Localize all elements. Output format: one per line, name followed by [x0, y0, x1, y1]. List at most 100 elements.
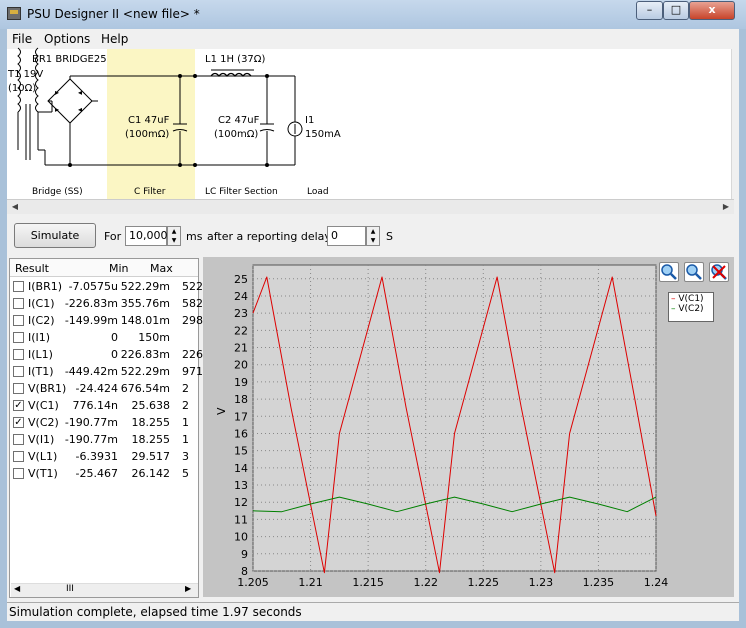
result-row[interactable]: ✓ V(C2) -190.77m 18.255 1	[10, 414, 198, 431]
header-max[interactable]: Max	[150, 262, 173, 275]
result-row[interactable]: I(C2) -149.99m 148.01m 298	[10, 312, 203, 329]
status-bar: Simulation complete, elapsed time 1.97 s…	[7, 602, 739, 621]
svg-text:▸: ▸	[55, 105, 59, 114]
result-max: 18.255	[131, 416, 171, 429]
x-tick-label: 1.21	[298, 576, 323, 589]
for-label: For	[104, 230, 122, 243]
scroll-left-icon[interactable]: ◀	[14, 584, 20, 593]
x-tick-label: 1.225	[468, 576, 500, 589]
result-name: I(C1)	[28, 297, 55, 310]
y-tick-label: 24	[234, 290, 248, 303]
spin-down-icon[interactable]: ▼	[168, 236, 180, 245]
y-tick-label: 17	[234, 410, 248, 423]
result-name: V(C1)	[28, 399, 59, 412]
result-name: I(L1)	[28, 348, 53, 361]
result-checkbox[interactable]	[13, 281, 24, 292]
result-checkbox[interactable]	[13, 366, 24, 377]
result-row[interactable]: ✓ V(C1) 776.14n 25.638 2	[10, 397, 198, 414]
result-name: V(C2)	[28, 416, 59, 429]
result-row[interactable]: I(I1) 0 150m	[10, 329, 198, 346]
result-max: 18.255	[131, 433, 171, 446]
result-checkbox[interactable]: ✓	[13, 417, 24, 428]
result-min: 0	[111, 331, 118, 344]
scroll-right-icon[interactable]: ▶	[718, 200, 734, 214]
result-max: 29.517	[131, 450, 171, 463]
section-bridge: Bridge (SS)	[32, 187, 83, 197]
result-name: V(T1)	[28, 467, 58, 480]
result-extra: 1	[182, 433, 189, 446]
result-checkbox[interactable]	[13, 468, 24, 479]
y-tick-label: 14	[234, 462, 248, 475]
simulate-button[interactable]: Simulate	[14, 223, 96, 248]
duration-input[interactable]: 10,000	[125, 226, 168, 246]
y-tick-label: 23	[234, 307, 248, 320]
result-max: 26.142	[131, 467, 171, 480]
delay-spinner[interactable]: ▲ ▼	[366, 226, 380, 246]
section-c-filter: C Filter	[134, 187, 166, 197]
y-tick-label: 19	[234, 376, 248, 389]
result-row[interactable]: I(T1) -449.42m 522.29m 971	[10, 363, 203, 380]
result-min: -190.77m	[64, 416, 118, 429]
result-row[interactable]: I(C1) -226.83m 355.76m 582	[10, 295, 203, 312]
result-checkbox[interactable]: ✓	[13, 400, 24, 411]
result-checkbox[interactable]	[13, 451, 24, 462]
header-min[interactable]: Min	[109, 262, 129, 275]
result-extra: 5	[182, 467, 189, 480]
y-tick-label: 22	[234, 324, 248, 337]
duration-unit: ms	[186, 230, 203, 243]
result-row[interactable]: V(BR1) -24.424 676.54m 2	[10, 380, 198, 397]
result-min: -24.424	[75, 382, 118, 395]
scroll-right-icon[interactable]: ▶	[185, 584, 191, 593]
result-checkbox[interactable]	[13, 332, 24, 343]
spin-up-icon[interactable]: ▲	[367, 227, 379, 236]
spin-down-icon[interactable]: ▼	[367, 236, 379, 245]
spin-up-icon[interactable]: ▲	[168, 227, 180, 236]
result-checkbox[interactable]	[13, 349, 24, 360]
y-tick-label: 12	[234, 496, 248, 509]
svg-text:◂: ◂	[78, 88, 82, 97]
c2-label: C2 47uF	[218, 115, 260, 126]
svg-text:▸: ▸	[55, 88, 59, 97]
header-result[interactable]: Result	[15, 262, 49, 275]
result-min: -190.77m	[64, 433, 118, 446]
result-checkbox[interactable]	[13, 383, 24, 394]
result-min: -449.42m	[64, 365, 118, 378]
y-tick-label: 20	[234, 359, 248, 372]
result-min: -7.0575u	[68, 280, 118, 293]
results-hscrollbar[interactable]: ◀ III ▶	[11, 583, 198, 597]
duration-spinner[interactable]: ▲ ▼	[167, 226, 181, 246]
schematic-hscrollbar[interactable]: ◀ ▶	[7, 199, 734, 214]
result-name: V(BR1)	[28, 382, 67, 395]
y-tick-label: 25	[234, 273, 248, 286]
y-tick-label: 11	[234, 513, 248, 526]
c1-label: C1 47uF	[128, 115, 170, 126]
result-row[interactable]: I(BR1) -7.0575u 522.29m 522	[10, 278, 203, 295]
result-name: V(L1)	[28, 450, 58, 463]
result-checkbox[interactable]	[13, 298, 24, 309]
y-tick-label: 16	[234, 427, 248, 440]
result-name: I(I1)	[28, 331, 51, 344]
result-checkbox[interactable]	[13, 434, 24, 445]
y-tick-label: 10	[234, 531, 248, 544]
scroll-thumb[interactable]: III	[66, 584, 74, 594]
result-checkbox[interactable]	[13, 315, 24, 326]
result-extra: 971	[182, 365, 203, 378]
result-max: 226.83m	[120, 348, 170, 361]
status-text: Simulation complete, elapsed time 1.97 s…	[9, 605, 302, 619]
result-row[interactable]: V(L1) -6.3931 29.517 3	[10, 448, 198, 465]
result-name: V(I1)	[28, 433, 55, 446]
voltage-chart[interactable]: 89101112131415161718192021222324251.205 1…	[203, 257, 734, 597]
result-min: 0	[111, 348, 118, 361]
y-tick-label: 21	[234, 342, 248, 355]
scroll-left-icon[interactable]: ◀	[7, 200, 23, 214]
result-row[interactable]: I(L1) 0 226.83m 226	[10, 346, 203, 363]
result-row[interactable]: V(T1) -25.467 26.142 5	[10, 465, 198, 482]
result-row[interactable]: V(I1) -190.77m 18.255 1	[10, 431, 198, 448]
result-max: 25.638	[131, 399, 171, 412]
delay-input[interactable]: 0	[327, 226, 366, 246]
load-value: 150mA	[305, 129, 341, 140]
result-name: I(BR1)	[28, 280, 63, 293]
result-max: 676.54m	[120, 382, 170, 395]
results-header: Result Min Max	[10, 259, 198, 277]
results-list[interactable]: Result Min Max I(BR1) -7.0575u 522.29m 522 I…	[9, 258, 203, 598]
